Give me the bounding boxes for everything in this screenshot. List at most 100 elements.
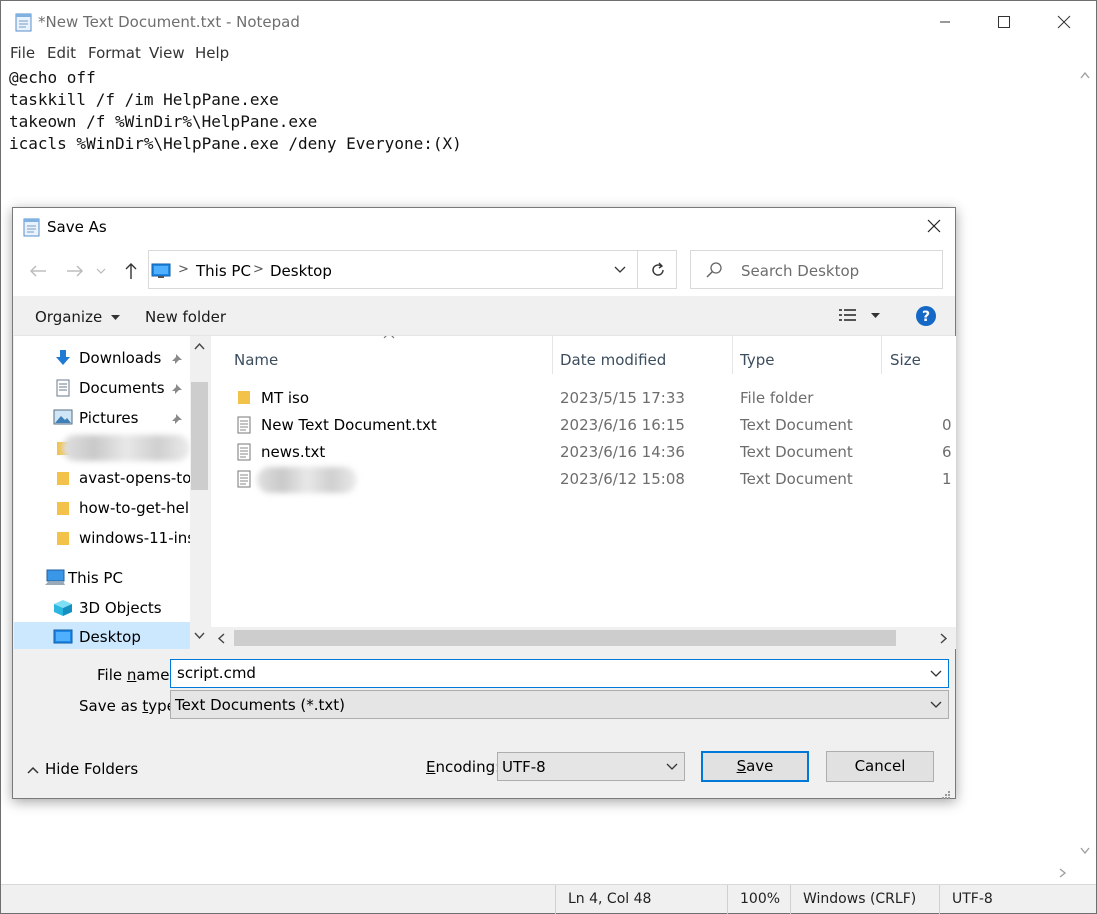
vertical-scrollbar[interactable] <box>1074 65 1096 862</box>
documents-icon <box>54 379 72 401</box>
encoding-value: UTF-8 <box>502 758 546 776</box>
file-row[interactable]: news.txt 2023/6/16 14:36 Text Document 6 <box>211 439 956 466</box>
scroll-down-icon[interactable] <box>194 632 205 640</box>
close-button[interactable] <box>1035 1 1093 43</box>
scroll-thumb[interactable] <box>234 630 896 646</box>
file-name: New Text Document.txt <box>261 416 437 434</box>
file-list-scrollbar[interactable] <box>211 627 956 649</box>
column-divider[interactable] <box>881 336 882 374</box>
nav-item-this-pc[interactable]: This PC <box>14 563 190 593</box>
navigation-row: > This PC > Desktop Search Desktop <box>13 244 955 296</box>
nav-item-redacted[interactable] <box>14 433 190 463</box>
nav-item-3d-objects[interactable]: 3D Objects <box>14 593 190 623</box>
sort-ascending-icon <box>383 336 395 339</box>
resize-grip-icon[interactable] <box>941 786 951 804</box>
download-icon <box>54 349 72 371</box>
close-icon <box>927 219 941 233</box>
file-name-value: script.cmd <box>177 664 256 682</box>
label-text: ncoding: <box>435 758 501 776</box>
navigation-pane: Downloads Documents Pictures avast-opens… <box>14 336 209 649</box>
folder-icon <box>56 500 70 520</box>
save-type-select[interactable]: Text Documents (*.txt) <box>170 690 949 719</box>
file-type: File folder <box>740 389 814 407</box>
maximize-button[interactable] <box>975 1 1033 43</box>
address-bar[interactable]: > This PC > Desktop <box>148 250 677 289</box>
column-header-type[interactable]: Type <box>740 351 774 369</box>
column-divider[interactable] <box>552 336 553 374</box>
file-name-field[interactable]: script.cmd <box>170 659 949 688</box>
nav-item-folder[interactable]: how-to-get-help <box>14 493 199 523</box>
help-button[interactable]: ? <box>915 305 937 331</box>
breadcrumb-this-pc[interactable]: This PC <box>196 262 251 280</box>
chevron-right-icon: > <box>178 262 189 277</box>
save-type-label: Save as type: <box>79 697 181 715</box>
file-date: 2023/6/16 14:36 <box>560 443 685 461</box>
text-editor[interactable]: @echo off taskkill /f /im HelpPane.exe t… <box>9 67 1069 207</box>
scroll-right-icon[interactable] <box>940 633 948 644</box>
encoding-select[interactable]: UTF-8 <box>497 752 685 781</box>
column-header-name[interactable]: Name <box>234 351 278 369</box>
up-button[interactable] <box>118 258 144 284</box>
forward-button[interactable] <box>62 258 88 284</box>
address-dropdown-button[interactable] <box>604 251 636 288</box>
hide-folders-button[interactable]: Hide Folders <box>27 760 138 778</box>
column-header-size[interactable]: Size <box>890 351 921 369</box>
file-row[interactable]: MT iso 2023/5/15 17:33 File folder <box>211 385 956 412</box>
nav-item-pictures[interactable]: Pictures <box>14 403 190 433</box>
refresh-button[interactable] <box>637 251 677 288</box>
file-size: 0 <box>942 416 952 434</box>
minimize-button[interactable] <box>916 1 974 43</box>
code-line: taskkill /f /im HelpPane.exe <box>9 90 279 109</box>
back-button[interactable] <box>25 258 51 284</box>
nav-item-desktop[interactable]: Desktop <box>14 622 190 649</box>
status-zoom: 100% <box>727 885 780 914</box>
cancel-button[interactable]: Cancel <box>826 751 934 782</box>
menu-edit[interactable]: Edit <box>47 44 76 62</box>
accelerator-key: S <box>736 757 747 775</box>
menu-format[interactable]: Format <box>88 44 141 62</box>
button-label: ave <box>746 757 774 775</box>
menu-file[interactable]: File <box>10 44 35 62</box>
dialog-close-button[interactable] <box>911 208 957 244</box>
file-name-dropdown-button[interactable] <box>923 660 949 687</box>
menu-bar: File Edit Format View Help <box>1 43 1096 65</box>
scroll-up-icon[interactable] <box>1080 71 1090 79</box>
notepad-icon <box>23 217 41 241</box>
scroll-left-icon[interactable] <box>217 633 225 644</box>
new-folder-button[interactable]: New folder <box>145 308 226 326</box>
nav-item-label: windows-11-inst <box>79 529 202 547</box>
nav-item-documents[interactable]: Documents <box>14 373 190 403</box>
pictures-icon <box>53 409 73 429</box>
3d-objects-icon <box>53 599 73 621</box>
nav-pane-scrollbar[interactable] <box>190 336 209 649</box>
breadcrumb-desktop[interactable]: Desktop <box>270 262 332 280</box>
organize-button[interactable]: Organize <box>35 308 120 326</box>
menu-view[interactable]: View <box>149 44 185 62</box>
code-line: @echo off <box>9 68 96 87</box>
scroll-up-icon[interactable] <box>194 342 205 350</box>
computer-icon <box>44 569 66 591</box>
column-divider[interactable] <box>732 336 733 374</box>
status-line-ending: Windows (CRLF) <box>790 885 916 914</box>
search-input[interactable]: Search Desktop <box>690 250 943 289</box>
save-button[interactable]: Save <box>701 751 809 782</box>
scroll-down-icon[interactable] <box>1080 847 1090 855</box>
menu-help[interactable]: Help <box>195 44 229 62</box>
file-row[interactable]: 2023/6/12 15:08 Text Document 1 <box>211 466 956 493</box>
scroll-thumb[interactable] <box>191 382 208 490</box>
help-icon: ? <box>916 306 936 326</box>
file-date: 2023/6/12 15:08 <box>560 470 685 488</box>
text-file-icon <box>237 470 251 492</box>
scroll-right-icon[interactable] <box>1059 868 1067 878</box>
recent-locations-button[interactable] <box>93 258 109 284</box>
change-view-button[interactable] <box>838 308 886 326</box>
nav-item-downloads[interactable]: Downloads <box>14 343 190 373</box>
nav-item-folder[interactable]: avast-opens-to-b <box>14 463 207 493</box>
column-header-date[interactable]: Date modified <box>560 351 666 369</box>
encoding-dropdown-button[interactable] <box>660 753 684 780</box>
file-row[interactable]: New Text Document.txt 2023/6/16 16:15 Te… <box>211 412 956 439</box>
nav-item-folder[interactable]: windows-11-inst <box>14 523 201 553</box>
horizontal-scrollbar[interactable] <box>1 862 1074 884</box>
save-type-dropdown-button[interactable] <box>923 691 949 718</box>
status-encoding: UTF-8 <box>939 885 993 914</box>
